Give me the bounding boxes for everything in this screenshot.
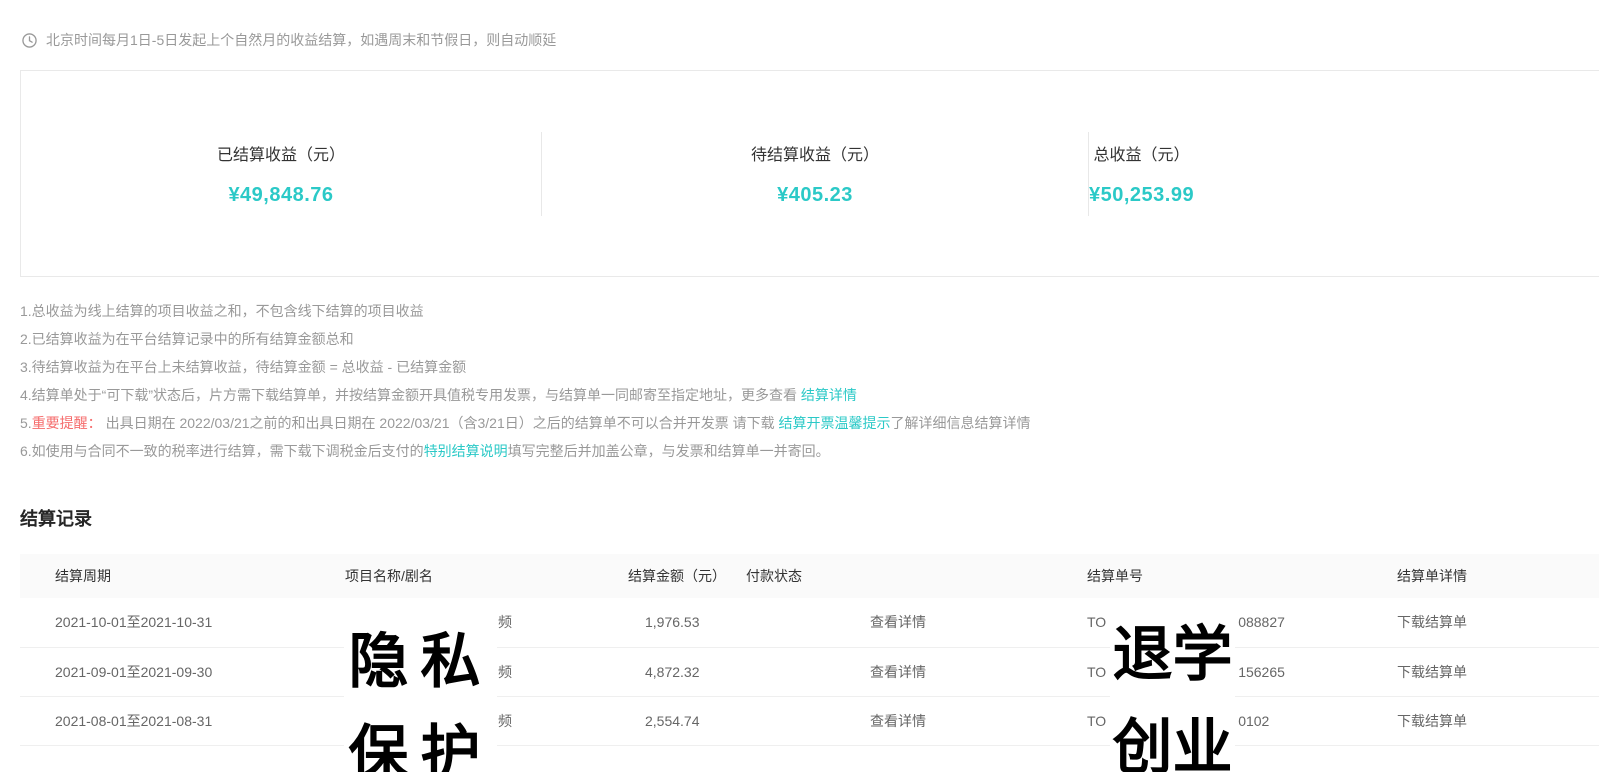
cell-period: 2021-09-01至2021-09-30: [20, 647, 345, 696]
note-line-4: 4.结算单处于“可下载”状态后，片方需下载结算单，并按结算金额开具值税专用发票，…: [20, 381, 1599, 409]
order-prefix: TO: [1087, 664, 1106, 680]
table-header-row: 结算周期 项目名称/剧名 结算金额（元） 付款状态 结算单号 结算单详情: [20, 554, 1599, 598]
stat-total-value: ¥50,253.99: [1089, 184, 1194, 207]
special-settlement-link[interactable]: 特别结算说明: [424, 443, 508, 459]
notes-section: 1.总收益为线上结算的项目收益之和，不包含线下结算的项目收益 2.已结算收益为在…: [20, 297, 1599, 465]
note-line-2: 2.已结算收益为在平台结算记录中的所有结算金额总和: [20, 325, 1599, 353]
col-detail: 结算单详情: [1397, 554, 1599, 598]
cell-amount: 1,976.53: [628, 598, 746, 647]
note-line-1: 1.总收益为线上结算的项目收益之和，不包含线下结算的项目收益: [20, 297, 1599, 325]
note-line-6-suffix: 填写完整后并加盖公章，与发票和结算单一并寄回。: [508, 443, 830, 459]
col-amount: 结算金额（元）: [628, 554, 746, 598]
invoice-tips-link[interactable]: 结算开票温馨提示: [779, 415, 891, 431]
watermark-text: 创业: [1110, 718, 1235, 772]
view-details-link[interactable]: 查看详情: [870, 664, 926, 680]
col-period: 结算周期: [20, 554, 345, 598]
cell-amount: 4,872.32: [628, 647, 746, 696]
table-row: 2021-09-01至2021-09-30 频 4,872.32 查看详情 TO…: [20, 647, 1599, 696]
settlement-details-link[interactable]: 结算详情: [801, 387, 857, 403]
note-line-6-text: 6.如使用与合同不一致的税率进行结算，需下载下调税金后支付的: [20, 443, 424, 459]
view-details-link[interactable]: 查看详情: [870, 614, 926, 630]
stat-pending-value: ¥405.23: [777, 184, 853, 207]
watermark-text: 保护: [344, 724, 497, 772]
download-statement-link[interactable]: 下载结算单: [1397, 713, 1467, 729]
watermark-right: 退学 创业: [1110, 618, 1235, 772]
order-suffix: 088827: [1238, 614, 1285, 630]
col-order-no: 结算单号: [1087, 554, 1397, 598]
note-line-5: 5.重要提醒： 出具日期在 2022/03/21之前的和出具日期在 2022/0…: [20, 409, 1599, 437]
notice-text: 北京时间每月1日-5日发起上个自然月的收益结算，如遇周末和节假日，则自动顺延: [46, 30, 556, 50]
cell-amount: 2,554.74: [628, 696, 746, 745]
note-line-4-text: 4.结算单处于“可下载”状态后，片方需下载结算单，并按结算金额开具值税专用发票，…: [20, 387, 801, 403]
watermark-text: 隐私: [344, 632, 497, 692]
order-prefix: TO: [1087, 713, 1106, 729]
clock-icon: [22, 33, 37, 48]
note-line-5-text: 出具日期在 2022/03/21之前的和出具日期在 2022/03/21（含3/…: [102, 415, 779, 431]
table-row: 2021-10-01至2021-10-31 频 1,976.53 查看详情 TO…: [20, 598, 1599, 647]
order-suffix: 156265: [1238, 664, 1285, 680]
order-prefix: TO: [1087, 614, 1106, 630]
stat-pending: 待结算收益（元） ¥405.23: [542, 141, 1088, 207]
stat-total-label: 总收益（元）: [1094, 141, 1190, 165]
records-title: 结算记录: [20, 505, 1599, 531]
stat-settled-value: ¥49,848.76: [228, 184, 333, 207]
stat-settled-label: 已结算收益（元）: [217, 141, 345, 165]
table-row: 2021-08-01至2021-08-31 频 2,554.74 查看详情 TO…: [20, 696, 1599, 745]
order-suffix: 0102: [1238, 713, 1269, 729]
watermark-text: 退学: [1110, 625, 1235, 685]
download-statement-link[interactable]: 下载结算单: [1397, 664, 1467, 680]
note-line-5-suffix: 了解详细信息结算详情: [891, 415, 1031, 431]
watermark-left: 隐私 保护: [344, 628, 497, 772]
note-line-6: 6.如使用与合同不一致的税率进行结算，需下载下调税金后支付的特别结算说明填写完整…: [20, 437, 1599, 465]
cell-period: 2021-10-01至2021-10-31: [20, 598, 345, 647]
col-status: 付款状态: [746, 554, 1087, 598]
note-line-3: 3.待结算收益为在平台上未结算收益，待结算金额 = 总收益 - 已结算金额: [20, 353, 1599, 381]
stat-pending-label: 待结算收益（元）: [751, 141, 879, 165]
records-table: 结算周期 项目名称/剧名 结算金额（元） 付款状态 结算单号 结算单详情 202…: [20, 554, 1599, 746]
notice-bar: 北京时间每月1日-5日发起上个自然月的收益结算，如遇周末和节假日，则自动顺延: [22, 30, 1599, 50]
stat-settled: 已结算收益（元） ¥49,848.76: [21, 141, 541, 207]
col-project: 项目名称/剧名: [345, 554, 628, 598]
view-details-link[interactable]: 查看详情: [870, 713, 926, 729]
stat-total: 总收益（元） ¥50,253.99: [1089, 141, 1194, 207]
cell-period: 2021-08-01至2021-08-31: [20, 696, 345, 745]
note-line-5-num: 5.: [20, 415, 32, 431]
summary-card: 已结算收益（元） ¥49,848.76 待结算收益（元） ¥405.23 总收益…: [20, 70, 1599, 277]
important-alert-text: 重要提醒：: [32, 415, 102, 431]
download-statement-link[interactable]: 下载结算单: [1397, 614, 1467, 630]
